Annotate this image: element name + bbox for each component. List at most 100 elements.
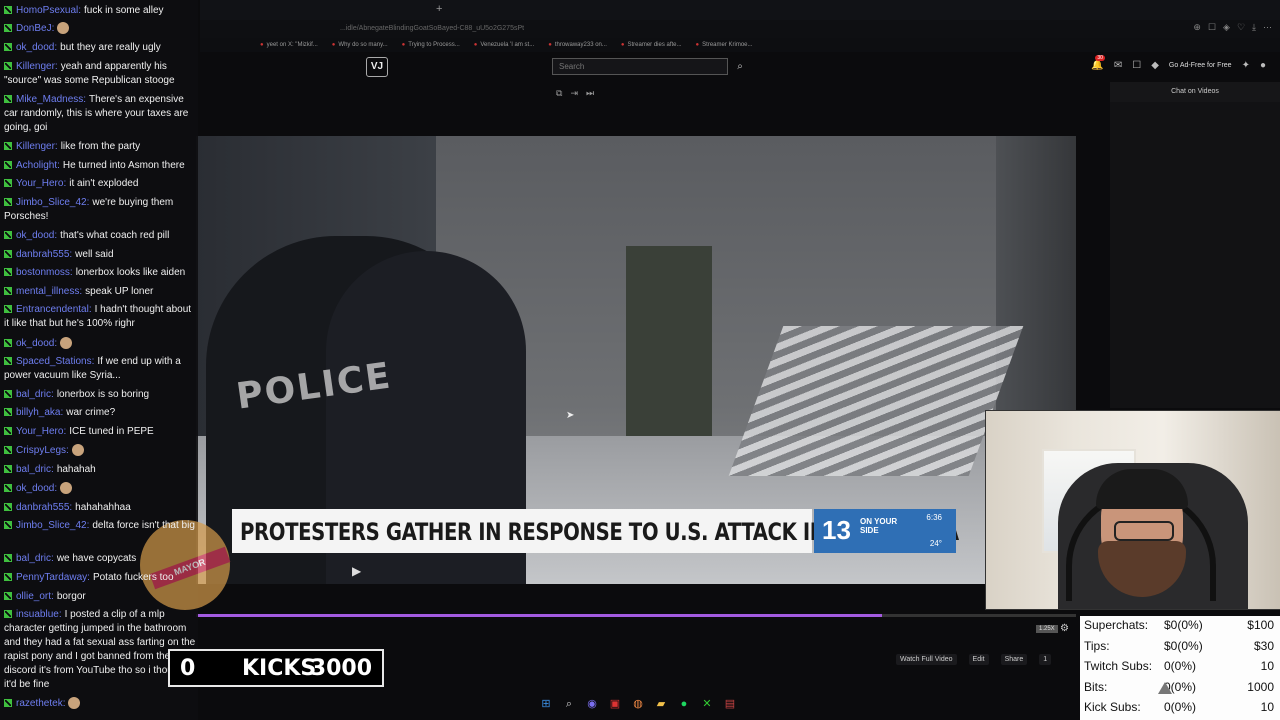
xbox-icon[interactable]: ✕ <box>701 698 713 710</box>
stat-row: Superchats: $0(0%) $100 <box>1084 618 1274 638</box>
new-tab-button[interactable]: + <box>436 3 442 15</box>
chat-username[interactable]: bostonmoss: <box>16 267 73 278</box>
header-actions: 🔔 30 ✉ ☐ ◆ Go Ad-Free for Free ✦ ● <box>1091 55 1266 71</box>
stat-goal: 10 <box>1260 659 1274 673</box>
skip-icon[interactable]: ⏭ <box>586 88 594 99</box>
chat-username[interactable]: DonBeJ: <box>16 23 54 34</box>
emote-icon <box>68 697 81 710</box>
extension-icon[interactable]: ⊕ <box>1193 22 1201 33</box>
bookmark-item[interactable]: Venezuela 'I am st... <box>474 42 534 48</box>
address-bar[interactable]: ...idle/AbnegateBlindingGoatSoBayed-C88_… <box>200 20 1280 38</box>
chat-text: hahahah <box>56 464 96 475</box>
chat-username[interactable]: bal_dric: <box>16 389 54 400</box>
site-logo[interactable]: VJ <box>366 57 388 77</box>
chrome-icon[interactable]: ◍ <box>632 698 644 710</box>
chat-username[interactable]: Killenger: <box>16 61 58 72</box>
stat-label: Twitch Subs: <box>1084 659 1153 673</box>
video-player[interactable]: POLICE PROTESTERS GATHER IN RESPONSE TO … <box>196 136 1076 584</box>
subscriber-badge-icon <box>4 198 12 207</box>
chat-username[interactable]: ok_dood: <box>16 483 57 494</box>
like-button[interactable]: 1 <box>1039 654 1052 665</box>
subscriber-badge-icon <box>4 699 12 708</box>
alert-icon[interactable]: ◆ <box>1151 60 1159 71</box>
chat-text: we have copycats <box>56 553 137 564</box>
chat-username[interactable]: ok_dood: <box>16 42 57 53</box>
share-button[interactable]: Share <box>1000 654 1028 665</box>
stat-row: Kick Subs: 0(0%) 10 <box>1084 700 1274 720</box>
watch-full-video-button[interactable]: Watch Full Video <box>896 654 957 665</box>
bookmark-item[interactable]: throwaway233 on... <box>548 42 607 48</box>
bookmarks-bar: yeet on X: "Mizkif... Why do so many... … <box>200 38 1280 52</box>
chat-username[interactable]: ok_dood: <box>16 230 57 241</box>
chat-message: Your_Hero: ICE tuned in PEPE <box>4 425 196 439</box>
folder-icon[interactable]: ▰ <box>655 698 667 710</box>
stat-goal: $30 <box>1253 638 1274 653</box>
upload-icon[interactable]: ☐ <box>1132 60 1141 71</box>
app-icon[interactable]: ▣ <box>609 698 621 710</box>
popout-icon[interactable]: ⧉ <box>556 88 562 99</box>
chat-username[interactable]: Your_Hero: <box>16 426 66 437</box>
search-icon[interactable]: ⌕ <box>563 698 575 710</box>
webcam-feed <box>985 410 1280 610</box>
chat-username[interactable]: PennyTardaway: <box>16 572 90 583</box>
station-time: 6:36 <box>926 513 942 522</box>
chat-username[interactable]: mental_illness: <box>16 286 82 297</box>
mail-icon[interactable]: ✉ <box>1114 60 1122 71</box>
kicks-label: KICKS <box>242 656 317 681</box>
chat-username[interactable]: danbrah555: <box>16 249 72 260</box>
discord-icon[interactable]: ◉ <box>586 698 598 710</box>
bookmark-item[interactable]: yeet on X: "Mizkif... <box>260 42 318 48</box>
chat-username[interactable]: Jimbo_Slice_42: <box>16 520 89 531</box>
chat-username[interactable]: Entrancendental: <box>16 304 92 315</box>
kicks-count: 0 <box>180 656 196 681</box>
bookmark-item[interactable]: Why do so many... <box>332 42 387 48</box>
chat-username[interactable]: billyh_aka: <box>16 407 63 418</box>
chat-username[interactable]: razethetek: <box>16 698 65 709</box>
chat-username[interactable]: insuablue: <box>16 609 62 620</box>
extension-icon[interactable]: ☐ <box>1208 22 1216 33</box>
profile-icon[interactable]: ● <box>1260 60 1266 71</box>
station-bug: 13 ON YOUR SIDE 6:36 24° <box>814 509 956 553</box>
video-progress-bar[interactable] <box>196 614 1076 617</box>
subscriber-badge-icon <box>4 95 12 104</box>
chat-username[interactable]: bal_dric: <box>16 464 54 475</box>
ad-free-button[interactable]: Go Ad-Free for Free <box>1169 62 1232 69</box>
chat-username[interactable]: ok_dood: <box>16 338 57 349</box>
chat-username[interactable]: CrispyLegs: <box>16 445 69 456</box>
favorite-icon[interactable]: ♡ <box>1237 22 1245 33</box>
stat-label: Bits: <box>1084 679 1108 694</box>
brand-icon[interactable]: ✦ <box>1242 60 1250 71</box>
news-chyron: PROTESTERS GATHER IN RESPONSE TO U.S. AT… <box>232 509 959 553</box>
chat-message: ok_dood: that's what coach red pill <box>4 229 196 243</box>
emote-icon <box>57 22 70 35</box>
search-input[interactable] <box>552 58 728 75</box>
chat-username[interactable]: Acholight: <box>16 160 60 171</box>
chat-username[interactable]: Your_Hero: <box>16 178 66 189</box>
expand-icon[interactable]: ⇥ <box>570 88 578 99</box>
bookmark-item[interactable]: Streamer Krimoe... <box>696 42 752 48</box>
chat-username[interactable]: Mike_Madness: <box>16 94 86 105</box>
chat-text: He turned into Asmon there <box>62 160 185 171</box>
notification-icon[interactable]: 🔔 30 <box>1091 55 1105 71</box>
gear-icon[interactable]: ⚙ <box>1060 623 1069 634</box>
playback-speed[interactable]: 1.25X <box>1036 625 1058 633</box>
bookmark-item[interactable]: Trying to Process... <box>402 42 459 48</box>
chat-username[interactable]: bal_dric: <box>16 553 54 564</box>
windows-start-icon[interactable]: ⊞ <box>540 698 552 710</box>
bookmark-item[interactable]: Streamer dies afte... <box>621 42 682 48</box>
chat-username[interactable]: Spaced_Stations: <box>16 356 94 367</box>
chat-username[interactable]: ollie_ort: <box>16 591 54 602</box>
menu-icon[interactable]: ⋯ <box>1263 22 1272 33</box>
chat-username[interactable]: Killenger: <box>16 141 58 152</box>
search-icon[interactable]: ⌕ <box>732 58 748 75</box>
spotify-icon[interactable]: ● <box>678 698 690 710</box>
chat-username[interactable]: danbrah555: <box>16 502 72 513</box>
app-icon[interactable]: ▤ <box>724 698 736 710</box>
chat-username[interactable]: HomoPsexual: <box>16 5 81 16</box>
download-icon[interactable]: ⤓ <box>1252 22 1256 33</box>
extension-icon[interactable]: ◈ <box>1223 22 1230 33</box>
emote-icon <box>71 444 84 457</box>
edit-button[interactable]: Edit <box>968 654 989 665</box>
chat-username[interactable]: Jimbo_Slice_42: <box>16 197 89 208</box>
play-icon[interactable]: ▶ <box>352 564 361 578</box>
